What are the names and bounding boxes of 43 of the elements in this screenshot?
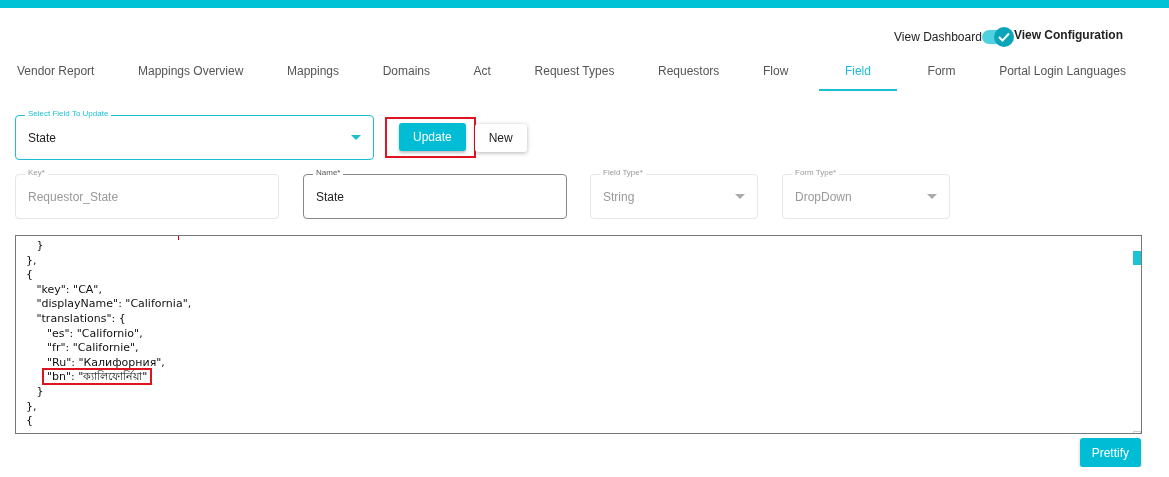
toggle-label: View Dashboard <box>894 30 982 44</box>
tab[interactable]: Vendor Report <box>4 54 108 91</box>
text-cursor <box>178 236 179 240</box>
button[interactable]: New <box>474 123 527 152</box>
tab[interactable]: Mappings <box>274 54 352 91</box>
check-icon <box>997 32 1010 42</box>
code-line: "bn": "ক্যালিফোর্নিয়া" <box>44 370 151 384</box>
tab[interactable]: Portal Login Languages <box>986 54 1139 91</box>
field-value: DropDown <box>795 189 853 204</box>
code-line: } <box>36 384 44 398</box>
field-label: Key* <box>25 168 48 177</box>
scrollbar-thumb[interactable] <box>1133 251 1141 265</box>
field-value: State <box>316 189 346 204</box>
field-value: State <box>28 130 58 145</box>
dropdown-arrow-icon <box>351 135 361 140</box>
field-value: String <box>603 189 636 204</box>
field-value: Requestor_State <box>28 189 120 204</box>
code-line: "fr": "Californie", <box>47 341 139 355</box>
tab[interactable]: Act <box>460 54 504 91</box>
code-line: { <box>26 414 33 428</box>
view-toggle-switch[interactable] <box>981 30 1012 44</box>
toggle-label: View Configuration <box>1013 27 1123 42</box>
code-line: } <box>36 239 44 252</box>
code-line: }, <box>26 399 37 413</box>
field-label: Field Type* <box>600 168 646 177</box>
field-label: Name* <box>313 168 344 177</box>
tab[interactable]: Domains <box>369 54 443 91</box>
field-label: Select Field To Update <box>25 109 112 118</box>
code-line: "key": "CA", <box>36 282 102 296</box>
dropdown-arrow-icon <box>927 194 937 199</box>
code-line: "translations": { <box>36 311 126 325</box>
tab[interactable]: Mappings Overview <box>125 54 257 91</box>
tab[interactable]: Request Types <box>521 54 628 91</box>
code-line: "es": "Californio", <box>47 326 143 340</box>
tab[interactable]: Flow <box>749 54 802 91</box>
code-line: "displayName": "California", <box>36 297 192 311</box>
tab[interactable]: Requestors <box>645 54 733 91</box>
dropdown-arrow-icon <box>735 194 745 199</box>
code-line: { <box>26 268 33 282</box>
field-label: Form Type* <box>792 168 840 177</box>
tab[interactable]: Form <box>914 54 969 91</box>
code-line: "Ru": "Калифорния", <box>47 355 165 369</box>
code-line: }, <box>26 253 37 267</box>
